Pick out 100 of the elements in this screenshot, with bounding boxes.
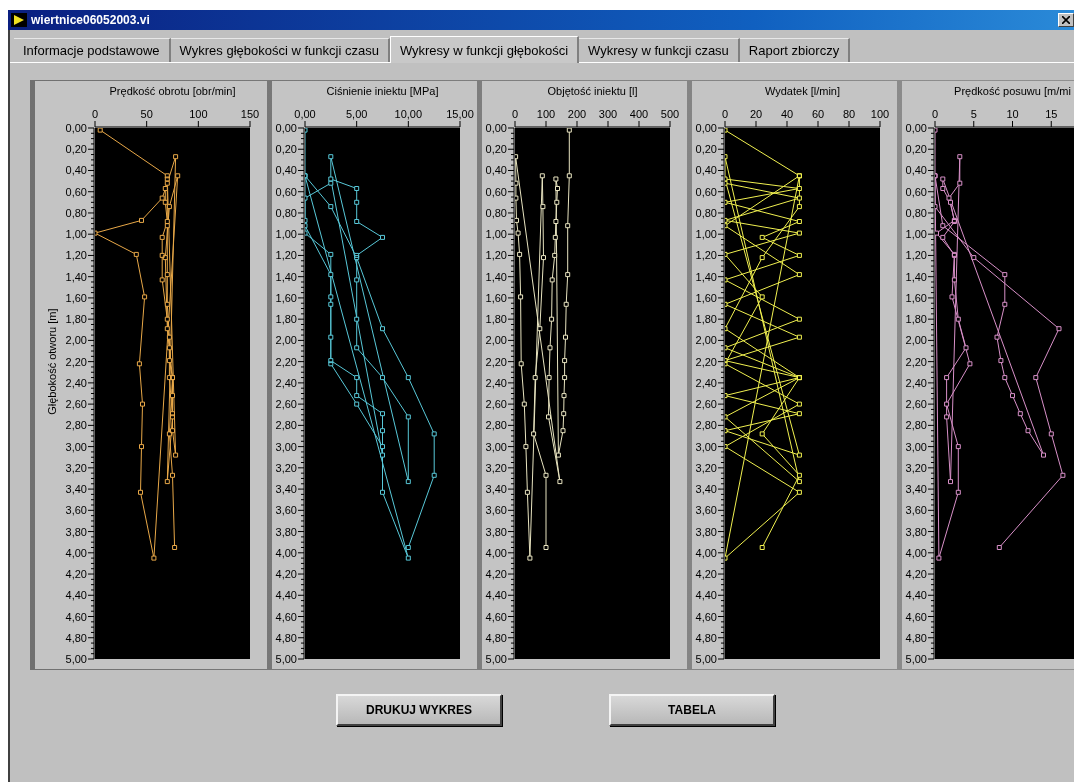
tick-label: 2,60 xyxy=(695,398,717,411)
tick-label: 2,60 xyxy=(65,398,87,411)
tick-label: 2,40 xyxy=(905,376,927,389)
tick-label: 4,20 xyxy=(275,568,297,581)
tick-label: 4,20 xyxy=(905,568,927,581)
tick-label: 2,20 xyxy=(905,355,927,368)
tick-label: 2,40 xyxy=(65,376,87,389)
tick-label: 1,20 xyxy=(275,249,297,262)
tick-label: 10 xyxy=(1006,108,1019,120)
tick-label: 3,60 xyxy=(65,504,87,517)
tick-label: 0 xyxy=(721,108,729,120)
tick-label: 3,80 xyxy=(275,525,297,538)
tick-label: 3,20 xyxy=(905,461,927,474)
tick-label: 0,20 xyxy=(65,143,87,156)
tick-label: 1,80 xyxy=(275,313,297,326)
tick-label: 4,00 xyxy=(695,546,717,559)
tick-label: 3,40 xyxy=(65,483,87,496)
tick-label: 0,00 xyxy=(695,122,717,134)
tick-label: 4,00 xyxy=(905,546,927,559)
tick-label: 0,40 xyxy=(695,164,717,177)
tick-label: 4,80 xyxy=(65,631,87,644)
tick-label: 5,00 xyxy=(275,653,297,665)
tick-label: 1,00 xyxy=(65,228,87,241)
tick-label: 2,20 xyxy=(65,355,87,368)
tick-label: 0,20 xyxy=(485,143,507,156)
tick-label: 1,40 xyxy=(485,270,507,283)
tick-label: 3,80 xyxy=(485,525,507,538)
tick-label: 5 xyxy=(970,108,977,120)
tick-label: 4,40 xyxy=(65,589,87,602)
tick-label: 3,60 xyxy=(275,504,297,517)
tick-label: 4,40 xyxy=(275,589,297,602)
tick-label: 0,00 xyxy=(65,122,87,134)
tick-label: 3,40 xyxy=(905,483,927,496)
tick-label: 1,80 xyxy=(485,313,507,326)
tick-label: 15,00 xyxy=(446,108,474,120)
tick-label: 0,60 xyxy=(275,185,297,198)
tick-label: 2,40 xyxy=(275,376,297,389)
tick-label: 3,40 xyxy=(695,483,717,496)
tick-label: 3,80 xyxy=(695,525,717,538)
tick-label: 4,00 xyxy=(275,546,297,559)
tick-label: 1,80 xyxy=(65,313,87,326)
window-title: wiertnice06052003.vi xyxy=(31,13,150,27)
tick-label: 3,00 xyxy=(65,440,87,453)
tick-label: 3,60 xyxy=(485,504,507,517)
tick-label: 3,00 xyxy=(695,440,717,453)
tick-label: 2,00 xyxy=(65,334,87,347)
tick-label: 0,20 xyxy=(905,143,927,156)
tick-label: 4,80 xyxy=(905,631,927,644)
tick-label: 3,20 xyxy=(485,461,507,474)
tick-label: 0,60 xyxy=(65,185,87,198)
tick-label: 0,40 xyxy=(65,164,87,177)
tick-label: 0,00 xyxy=(905,122,927,134)
tick-label: 0 xyxy=(511,108,519,120)
tick-label: 5,00 xyxy=(65,653,87,665)
tick-label: 3,00 xyxy=(905,440,927,453)
tick-label: 1,80 xyxy=(695,313,717,326)
tick-label: 0,40 xyxy=(905,164,927,177)
tick-label: 200 xyxy=(567,108,587,120)
tick-label: 4,40 xyxy=(905,589,927,602)
tick-label: 1,40 xyxy=(695,270,717,283)
tick-label: 4,60 xyxy=(65,610,87,623)
tick-label: 0,20 xyxy=(695,143,717,156)
tick-label: 2,40 xyxy=(695,376,717,389)
chart-title: Prędkość posuwu [m/mi xyxy=(954,85,1071,97)
tick-label: 2,80 xyxy=(905,419,927,432)
tick-label: 1,20 xyxy=(905,249,927,262)
tick-label: 1,60 xyxy=(275,291,297,304)
tick-label: 20 xyxy=(749,108,763,120)
tick-label: 3,40 xyxy=(275,483,297,496)
tick-label: 1,40 xyxy=(65,270,87,283)
tick-label: 1,40 xyxy=(275,270,297,283)
tick-label: 4,00 xyxy=(65,546,87,559)
tick-label: 1,80 xyxy=(905,313,927,326)
tick-label: 1,60 xyxy=(695,291,717,304)
tick-label: 5,00 xyxy=(485,653,507,665)
tick-label: 5,00 xyxy=(905,653,927,665)
tick-label: 1,00 xyxy=(695,228,717,241)
tick-label: 0,80 xyxy=(695,206,717,219)
tick-label: 80 xyxy=(842,108,856,120)
tick-label: 2,80 xyxy=(485,419,507,432)
tick-label: 1,20 xyxy=(695,249,717,262)
tick-label: 3,00 xyxy=(485,440,507,453)
tick-label: 0,60 xyxy=(905,185,927,198)
chart-title: Objętość iniektu [l] xyxy=(547,85,638,97)
axis-title: Głębokość otworu [m] xyxy=(46,308,58,415)
tick-label: 4,20 xyxy=(695,568,717,581)
tick-label: 4,20 xyxy=(65,568,87,581)
tick-label: 2,00 xyxy=(695,334,717,347)
tick-label: 1,20 xyxy=(485,249,507,262)
tick-label: 0,60 xyxy=(695,185,717,198)
tick-label: 2,00 xyxy=(905,334,927,347)
tick-label: 3,00 xyxy=(275,440,297,453)
tick-label: 60 xyxy=(811,108,825,120)
tick-label: 2,40 xyxy=(485,376,507,389)
chart-title: Prędkość obrotu [obr/min] xyxy=(109,85,236,97)
tick-label: 100 xyxy=(870,108,890,120)
tick-label: 3,20 xyxy=(695,461,717,474)
tick-label: 4,40 xyxy=(695,589,717,602)
tick-label: 100 xyxy=(189,108,208,120)
tick-label: 0,40 xyxy=(485,164,507,177)
